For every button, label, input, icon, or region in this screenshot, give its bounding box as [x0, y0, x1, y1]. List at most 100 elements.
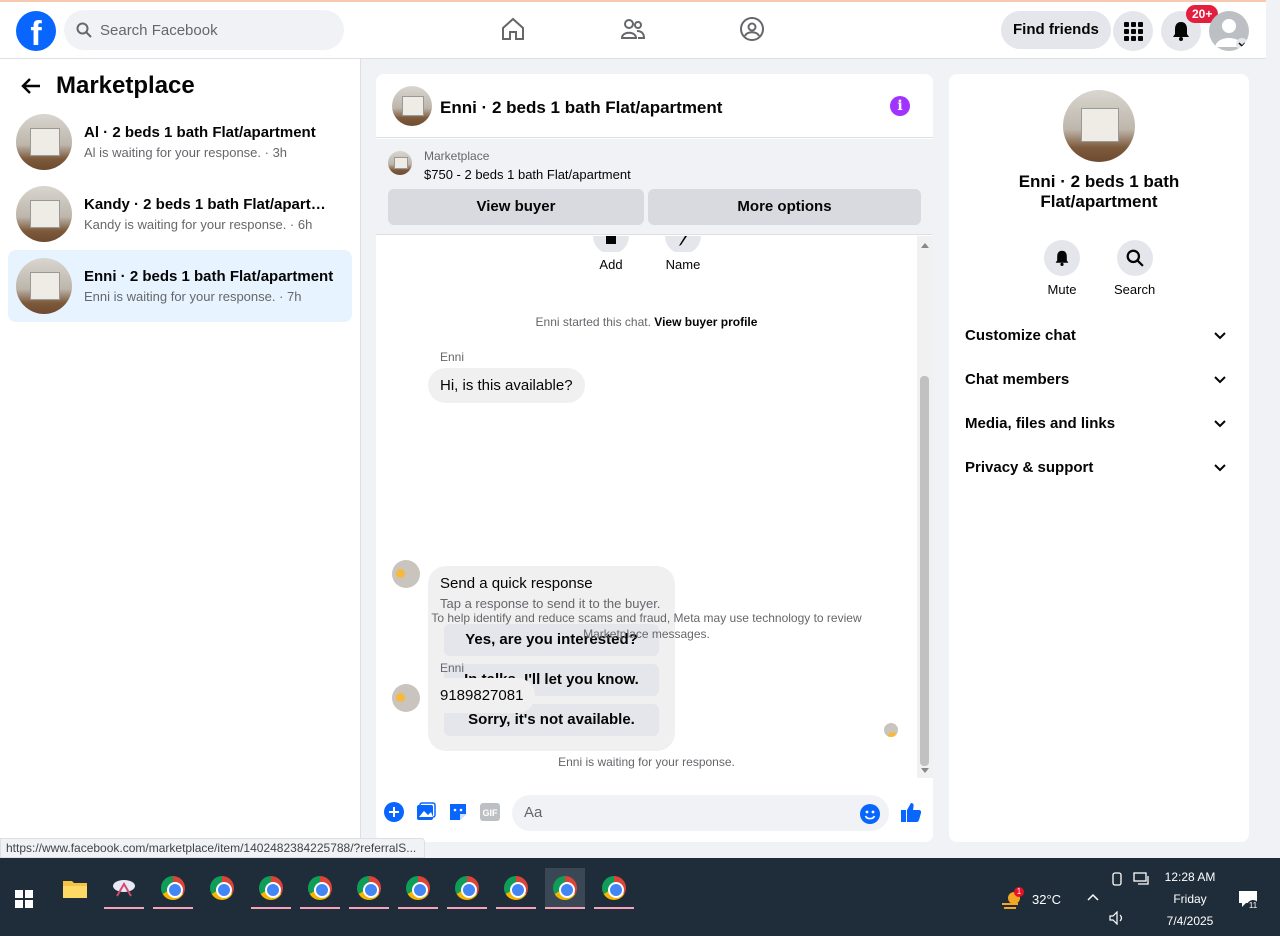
read-receipt-avatar	[884, 723, 898, 737]
menu-button[interactable]	[1113, 11, 1153, 51]
top-navigation-bar: f Search Facebook Find friends 20+	[0, 0, 1266, 59]
chevron-down-icon	[1214, 420, 1226, 428]
listing-thumbnail	[16, 114, 72, 170]
chrome-profile-icon[interactable]	[594, 868, 634, 909]
clock-date[interactable]: 7/4/2025	[1160, 914, 1220, 928]
row-label: Privacy & support	[965, 459, 1094, 476]
conversation-status: Enni is waiting for your response. · 7h	[84, 289, 302, 304]
chrome-profile-icon[interactable]	[496, 868, 536, 909]
message-bubble[interactable]: 9189827081	[428, 678, 536, 713]
listing-thumbnail	[388, 151, 412, 175]
search-input[interactable]: Search Facebook	[64, 10, 344, 50]
chevron-down-icon	[1214, 376, 1226, 384]
privacy-support-row[interactable]: Privacy & support	[965, 448, 1233, 488]
windows-taskbar: 1 32°C 12:28 AM Friday 7/4/2025 11	[0, 858, 1280, 936]
chat-scrollbar[interactable]	[917, 236, 933, 778]
name-action[interactable]: Name	[661, 236, 705, 272]
search-icon	[1126, 249, 1144, 267]
windows-start-icon[interactable]	[15, 890, 33, 908]
page-title: Marketplace	[56, 72, 195, 99]
conversation-status: Kandy is waiting for your response. · 6h	[84, 217, 313, 232]
name-action-label: Name	[665, 257, 701, 272]
chevron-down-icon	[1214, 332, 1226, 340]
search-conversation-button[interactable]: Search	[1114, 240, 1155, 297]
sticker-icon[interactable]	[448, 802, 468, 822]
message-thread: Add Name Enni started this chat. View bu…	[376, 236, 917, 776]
plus-circle-icon[interactable]	[384, 802, 404, 822]
chrome-profile-active-icon[interactable]	[545, 868, 585, 909]
listing-banner: Marketplace $750 - 2 beds 1 bath Flat/ap…	[376, 139, 933, 235]
buyer-avatar[interactable]	[392, 560, 420, 588]
listing-thumbnail	[392, 86, 432, 126]
file-explorer-icon[interactable]	[55, 868, 95, 908]
conversation-item[interactable]: Kandy · 2 beds 1 bath Flat/apartm... Kan…	[8, 178, 352, 250]
chat-started-notice: Enni started this chat. View buyer profi…	[376, 315, 917, 329]
conversation-status: Al is waiting for your response. · 3h	[84, 145, 288, 160]
home-icon[interactable]	[500, 16, 526, 42]
chat-members-row[interactable]: Chat members	[965, 360, 1233, 400]
weather-badge: 1	[1014, 887, 1024, 897]
grid-menu-icon	[1124, 22, 1143, 41]
media-files-links-row[interactable]: Media, files and links	[965, 404, 1233, 444]
listing-price[interactable]: $750 - 2 beds 1 bath Flat/apartment	[424, 167, 631, 182]
info-icon[interactable]: i	[890, 96, 910, 116]
add-action[interactable]: Add	[591, 236, 631, 272]
listing-thumbnail	[16, 186, 72, 242]
chrome-profile-n-icon[interactable]	[153, 868, 193, 909]
chat-title: Enni · 2 beds 1 bath Flat/apartment	[440, 98, 723, 117]
page-scrollbar[interactable]	[1266, 0, 1280, 858]
scrollbar-thumb[interactable]	[920, 376, 929, 766]
bell-icon	[1055, 250, 1069, 266]
mute-button[interactable]: Mute	[1044, 240, 1080, 297]
chrome-profile-icon[interactable]	[398, 868, 438, 909]
chrome-profile-icon[interactable]	[251, 868, 291, 909]
facebook-logo-icon[interactable]: f	[16, 11, 56, 51]
chevron-down-icon	[1214, 464, 1226, 472]
buyer-avatar[interactable]	[392, 684, 420, 712]
gif-icon[interactable]: GIF	[480, 802, 500, 822]
chrome-profile-icon[interactable]	[447, 868, 487, 909]
notification-count-badge: 11	[1247, 900, 1259, 912]
view-buyer-button[interactable]: View buyer	[388, 189, 644, 225]
waiting-notice: Enni is waiting for your response.	[558, 755, 735, 769]
network-icon[interactable]	[1133, 872, 1151, 886]
chevron-up-icon[interactable]	[1087, 893, 1099, 901]
scam-notice-line: To help identify and reduce scams and fr…	[431, 611, 862, 625]
row-label: Media, files and links	[965, 415, 1116, 432]
account-avatar[interactable]	[1209, 11, 1249, 51]
customize-chat-row[interactable]: Customize chat	[965, 316, 1233, 356]
photo-icon[interactable]	[416, 802, 436, 822]
quick-response-card: Send a quick response Tap a response to …	[428, 566, 675, 751]
conversation-item[interactable]: Al · 2 beds 1 bath Flat/apartment Al is …	[8, 106, 352, 178]
snipping-tool-icon[interactable]	[104, 868, 144, 909]
groups-icon[interactable]	[739, 16, 765, 42]
emoji-icon[interactable]	[860, 804, 880, 824]
clock-time[interactable]: 12:28 AM	[1160, 870, 1220, 884]
pencil-icon	[665, 236, 701, 254]
weather-temperature[interactable]: 32°C	[1032, 892, 1061, 907]
thumbs-up-icon[interactable]	[900, 801, 922, 823]
meet-now-icon[interactable]	[1111, 872, 1125, 886]
chrome-profile-icon[interactable]	[349, 868, 389, 909]
quick-response-subtitle: Tap a response to send it to the buyer.	[440, 596, 661, 611]
chrome-profile-icon[interactable]	[300, 868, 340, 909]
clock-day[interactable]: Friday	[1160, 892, 1220, 906]
scroll-down-arrow-icon[interactable]	[917, 764, 933, 776]
search-placeholder: Search Facebook	[100, 21, 218, 39]
add-action-label: Add	[599, 257, 623, 272]
chat-panel: Enni · 2 beds 1 bath Flat/apartment i Ma…	[376, 74, 933, 842]
message-input[interactable]: Aa	[512, 795, 889, 831]
more-options-button[interactable]: More options	[648, 189, 921, 225]
view-buyer-profile-link[interactable]: View buyer profile	[654, 315, 757, 329]
search-label: Search	[1114, 282, 1156, 297]
quick-response-title: Send a quick response	[440, 575, 593, 592]
find-friends-button[interactable]: Find friends	[1001, 11, 1111, 49]
chrome-icon[interactable]	[202, 868, 242, 908]
message-bubble[interactable]: Hi, is this available?	[428, 368, 585, 403]
scroll-up-arrow-icon[interactable]	[917, 240, 933, 252]
started-text: Enni started this chat.	[535, 315, 651, 329]
friends-icon[interactable]	[620, 16, 646, 42]
back-arrow-icon[interactable]	[20, 76, 42, 96]
volume-icon[interactable]	[1109, 911, 1127, 925]
conversation-item-active[interactable]: Enni · 2 beds 1 bath Flat/apartment Enni…	[8, 250, 352, 322]
